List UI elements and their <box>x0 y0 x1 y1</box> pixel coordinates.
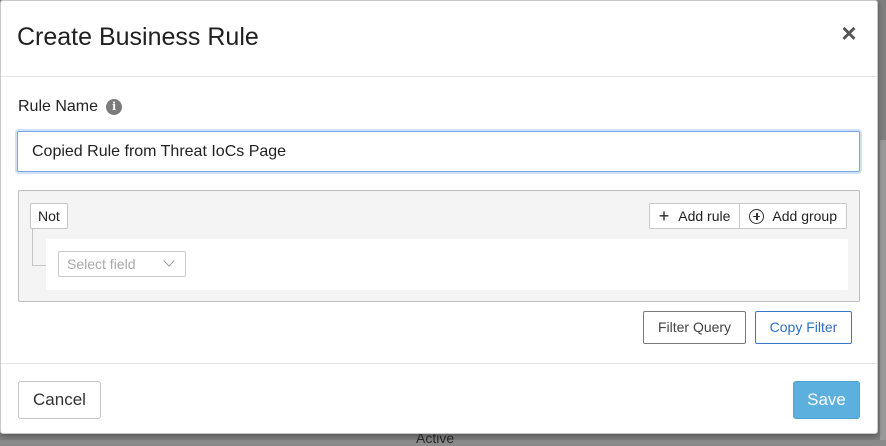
query-builder: Not + Add rule Add group Select field <box>18 190 860 302</box>
add-rule-label: Add rule <box>678 208 731 224</box>
cancel-button[interactable]: Cancel <box>18 381 101 419</box>
plus-circle-icon <box>749 208 765 224</box>
dialog-footer: Cancel Save <box>1 363 877 435</box>
chevron-down-icon <box>163 255 175 267</box>
rule-name-label: Rule Name <box>18 98 99 115</box>
close-icon[interactable]: × <box>839 20 859 46</box>
query-builder-actions: + Add rule Add group <box>648 203 847 229</box>
field-select[interactable]: Select field <box>58 251 186 277</box>
rule-name-input[interactable] <box>17 131 860 172</box>
add-group-label: Add group <box>772 208 837 224</box>
create-business-rule-dialog: Create Business Rule × Rule Name i Not +… <box>0 0 878 434</box>
rule-tree-connector <box>32 229 47 266</box>
rule-row: Select field <box>46 239 848 290</box>
info-icon[interactable]: i <box>106 99 123 115</box>
add-group-button[interactable]: Add group <box>740 203 847 229</box>
rule-name-label-row: Rule Name i <box>18 98 123 116</box>
field-select-placeholder: Select field <box>67 256 136 272</box>
copy-filter-button[interactable]: Copy Filter <box>755 311 852 344</box>
add-rule-button[interactable]: + Add rule <box>648 203 741 229</box>
background-panel-edge <box>880 140 886 440</box>
filter-query-button[interactable]: Filter Query <box>643 311 746 344</box>
plus-icon: + <box>658 206 670 226</box>
not-toggle-button[interactable]: Not <box>30 203 68 229</box>
dialog-header: Create Business Rule × <box>1 1 877 77</box>
dialog-title: Create Business Rule <box>17 23 259 51</box>
save-button[interactable]: Save <box>793 381 860 419</box>
